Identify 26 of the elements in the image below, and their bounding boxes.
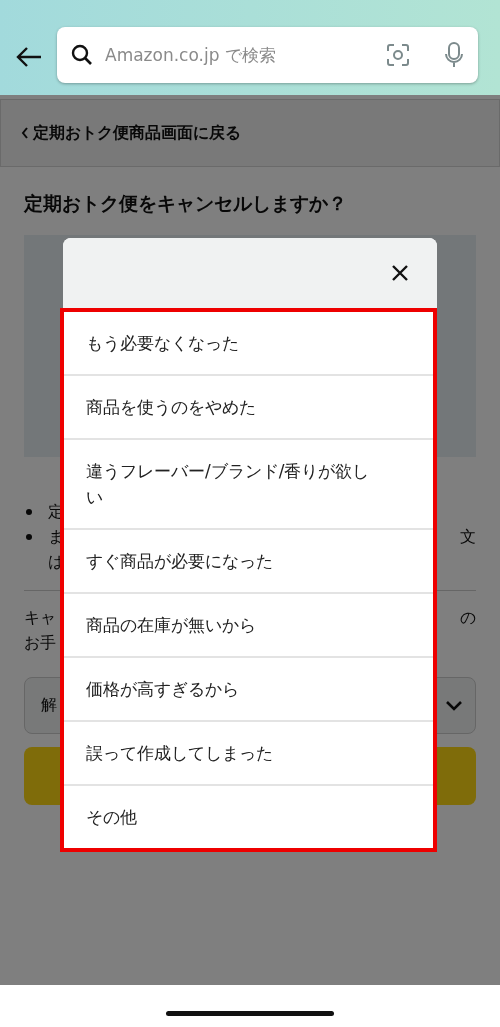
option-item[interactable]: もう必要なくなった <box>64 312 433 374</box>
option-item[interactable]: 商品の在庫が無いから <box>64 592 433 656</box>
paragraph-text: の <box>460 607 476 629</box>
bullet-dot <box>26 508 32 515</box>
option-item[interactable]: 価格が高すぎるから <box>64 656 433 720</box>
microphone-icon[interactable] <box>444 42 464 68</box>
option-item[interactable]: 違うフレーバー/ブランド/香りが欲しい <box>64 438 433 528</box>
paragraph-text: キャ <box>24 607 56 629</box>
paragraph-text: お手 <box>24 632 56 654</box>
option-item[interactable]: その他 <box>64 784 433 848</box>
option-item[interactable]: 誤って作成してしまった <box>64 720 433 784</box>
bullet-dot <box>26 533 32 540</box>
camera-scan-icon[interactable] <box>386 43 410 67</box>
bullet-text: 文 <box>460 526 476 548</box>
option-item[interactable]: すぐ商品が必要になった <box>64 528 433 592</box>
back-arrow-icon[interactable] <box>16 47 42 67</box>
close-icon[interactable] <box>391 264 409 282</box>
option-item[interactable]: 商品を使うのをやめた <box>64 374 433 438</box>
chevron-down-icon[interactable] <box>445 699 463 712</box>
chevron-left-icon[interactable] <box>21 127 29 139</box>
search-icon[interactable] <box>71 44 93 66</box>
bullet-text: ま <box>48 526 64 548</box>
dropdown-value: 解 <box>41 695 57 716</box>
back-link[interactable]: 定期おトク便商品画面に戻る <box>21 122 241 144</box>
page-title: 定期おトク便をキャンセルしますか？ <box>24 191 348 216</box>
home-indicator[interactable] <box>166 1010 334 1016</box>
